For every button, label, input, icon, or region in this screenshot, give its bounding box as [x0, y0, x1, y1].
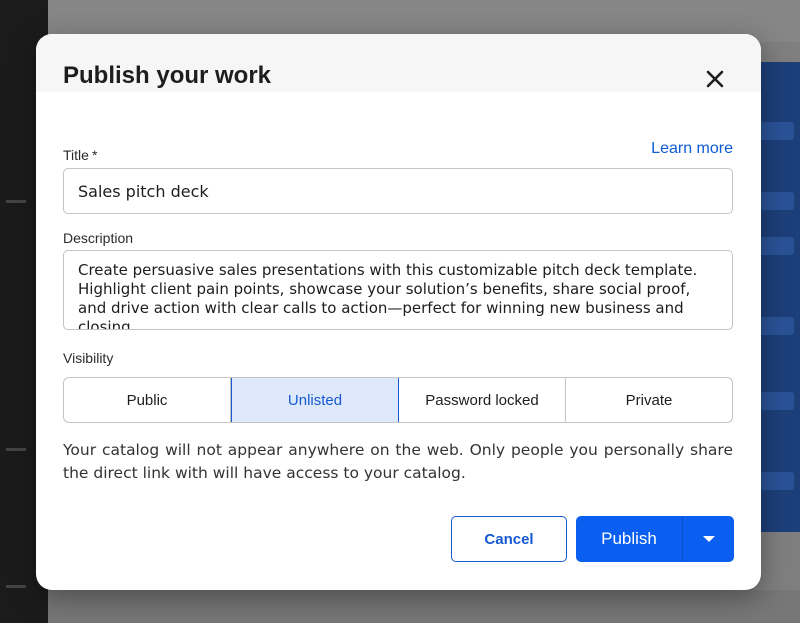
title-label-text: Title — [63, 147, 89, 163]
visibility-label: Visibility — [63, 350, 114, 366]
description-label: Description — [63, 230, 134, 246]
publish-button[interactable]: Publish — [576, 516, 682, 562]
visibility-option-public[interactable]: Public — [64, 378, 231, 422]
chevron-down-icon — [702, 536, 715, 542]
publish-split-button: Publish — [576, 516, 734, 562]
description-textarea[interactable]: Create persuasive sales presentations wi… — [63, 250, 733, 330]
visibility-option-private[interactable]: Private — [566, 378, 732, 422]
close-icon — [706, 70, 724, 88]
publish-dialog: Publish your work Title * Learn more Sale… — [36, 34, 761, 590]
visibility-selector: Public Unlisted Password locked Private — [63, 377, 733, 423]
visibility-help-text: Your catalog will not appear anywhere on… — [63, 441, 733, 482]
background-footer — [48, 590, 800, 623]
cancel-button[interactable]: Cancel — [451, 516, 567, 562]
learn-more-link[interactable]: Learn more — [651, 140, 733, 158]
visibility-option-unlisted[interactable]: Unlisted — [231, 378, 399, 422]
title-input-value: Sales pitch deck — [78, 181, 209, 201]
title-input[interactable]: Sales pitch deck — [63, 168, 733, 214]
required-mark: * — [91, 147, 98, 163]
description-value: Create persuasive sales presentations wi… — [78, 261, 698, 330]
publish-options-button[interactable] — [683, 516, 734, 562]
title-label: Title * — [63, 147, 97, 163]
close-button[interactable] — [702, 66, 728, 92]
visibility-option-password-locked[interactable]: Password locked — [399, 378, 566, 422]
dialog-title: Publish your work — [63, 62, 272, 89]
